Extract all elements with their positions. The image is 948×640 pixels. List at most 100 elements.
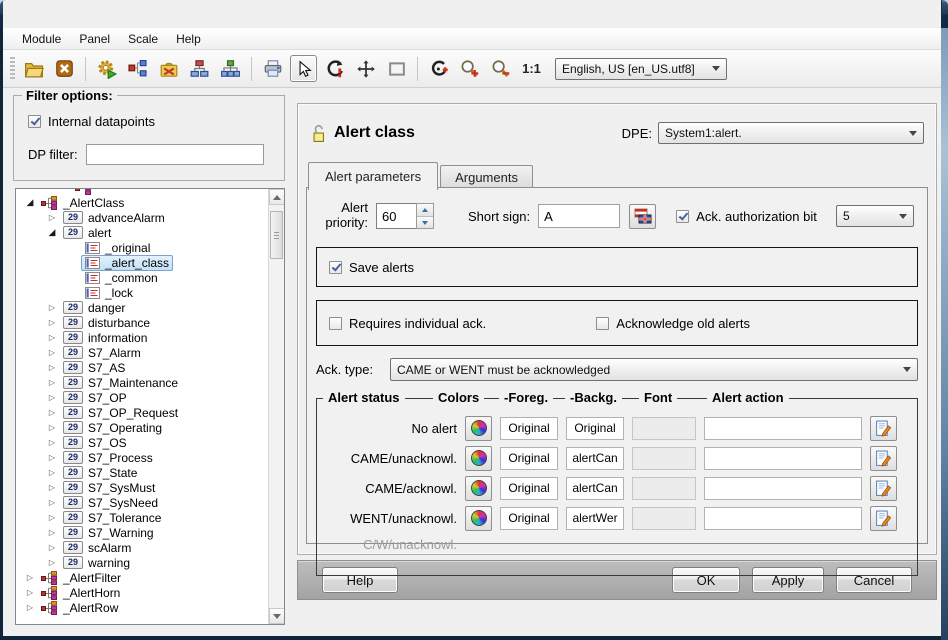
foreground-color-field[interactable]: Original — [500, 507, 558, 530]
expand-arrow-icon[interactable]: ▷ — [45, 408, 59, 417]
open-panel-button[interactable] — [20, 55, 47, 82]
tree-item-S7_Maintenance[interactable]: ▷29S7_Maintenance — [17, 375, 267, 390]
tree-item-content[interactable]: 29advanceAlarm — [59, 210, 169, 226]
zoom-custom-button[interactable] — [425, 55, 452, 82]
dp-filter-input[interactable] — [86, 144, 264, 165]
tree-item-_lock[interactable]: _lock — [17, 285, 267, 300]
expand-arrow-icon[interactable]: ▷ — [23, 603, 37, 612]
run-module-button[interactable] — [93, 55, 120, 82]
alert-priority-input[interactable] — [376, 203, 416, 229]
expand-arrow-icon[interactable]: ▷ — [45, 393, 59, 402]
alert-action-input[interactable] — [704, 417, 862, 440]
tree-item-S7_Operating[interactable]: ▷29S7_Operating — [17, 420, 267, 435]
color-picker-button[interactable] — [465, 476, 492, 501]
close-module-button[interactable] — [51, 55, 78, 82]
tree-item-content[interactable]: 29information — [59, 330, 151, 346]
tree-item-content[interactable]: _AlertClass — [37, 195, 128, 211]
dp-tree[interactable]: ◢_AlertClass▷29advanceAlarm◢29alert_orig… — [15, 188, 285, 625]
alert-action-input[interactable] — [704, 507, 862, 530]
background-color-field[interactable]: alertCan — [566, 477, 624, 500]
expand-arrow-icon[interactable]: ▷ — [45, 528, 59, 537]
tab-arguments[interactable]: Arguments — [440, 165, 533, 189]
toolbar-grip[interactable] — [10, 57, 15, 81]
collapse-arrow-icon[interactable]: ◢ — [23, 197, 37, 208]
scroll-down-button[interactable] — [269, 608, 285, 624]
color-picker-button[interactable] — [465, 416, 492, 441]
expand-arrow-icon[interactable]: ▷ — [45, 423, 59, 432]
tree-item-information[interactable]: ▷29information — [17, 330, 267, 345]
tree-item-content[interactable]: 29S7_Tolerance — [59, 510, 165, 526]
tree-item-S7_SysNeed[interactable]: ▷29S7_SysNeed — [17, 495, 267, 510]
tree-item-content[interactable]: _lock — [81, 285, 137, 301]
dpe-select[interactable]: System1:alert. — [658, 122, 924, 144]
tree-item-content[interactable]: _AlertFilter — [37, 570, 125, 586]
alert-action-input[interactable] — [704, 477, 862, 500]
foreground-color-field[interactable]: Original — [500, 417, 558, 440]
expand-arrow-icon[interactable]: ▷ — [23, 588, 37, 597]
spin-down-button[interactable] — [417, 216, 433, 228]
tree-item-_common[interactable]: _common — [17, 270, 267, 285]
internal-datapoints-checkbox[interactable] — [28, 115, 41, 128]
tree-item-S7_Warning[interactable]: ▷29S7_Warning — [17, 525, 267, 540]
language-select[interactable]: English, US [en_US.utf8] — [555, 58, 727, 80]
tree-item-content[interactable]: 29scAlarm — [59, 540, 135, 556]
ack-authorization-select[interactable]: 5 — [836, 205, 914, 227]
expand-arrow-icon[interactable]: ▷ — [45, 543, 59, 552]
tree-item-content[interactable]: 29S7_Alarm — [59, 345, 145, 361]
edit-action-button[interactable] — [870, 446, 897, 471]
ack-authorization-checkbox[interactable] — [676, 210, 689, 223]
menu-module[interactable]: Module — [13, 30, 70, 48]
zoom-rect-button[interactable] — [383, 55, 410, 82]
menu-help[interactable]: Help — [167, 30, 210, 48]
ack-type-select[interactable]: CAME or WENT must be acknowledged — [390, 358, 918, 381]
scrollbar-thumb[interactable] — [270, 211, 283, 259]
tree-item-content[interactable]: _AlertHorn — [37, 585, 124, 601]
tree-item-_AlertHorn[interactable]: ▷_AlertHorn — [17, 585, 267, 600]
tree-item-_alert_class[interactable]: _alert_class — [17, 255, 267, 270]
expand-arrow-icon[interactable]: ▷ — [45, 558, 59, 567]
refresh-button[interactable] — [321, 55, 348, 82]
expand-arrow-icon[interactable]: ▷ — [45, 483, 59, 492]
zoom-out-button[interactable] — [487, 55, 514, 82]
tree-item-content[interactable]: 29warning — [59, 555, 134, 571]
zoom-reset-button[interactable]: 1:1 — [518, 55, 545, 82]
tree-item-S7_AS[interactable]: ▷29S7_AS — [17, 360, 267, 375]
tree-item-content[interactable]: _AlertRow — [37, 600, 122, 616]
expand-arrow-icon[interactable]: ▷ — [45, 378, 59, 387]
dp-tree-button[interactable] — [217, 55, 244, 82]
tree-item-content[interactable]: 29S7_SysMust — [59, 480, 159, 496]
tree-item-S7_Process[interactable]: ▷29S7_Process — [17, 450, 267, 465]
zoom-in-button[interactable] — [456, 55, 483, 82]
tree-item-content[interactable]: 29S7_Operating — [59, 420, 166, 436]
edit-action-button[interactable] — [870, 476, 897, 501]
tree-item-content[interactable]: 29S7_OP — [59, 390, 131, 406]
tree-item-advanceAlarm[interactable]: ▷29advanceAlarm — [17, 210, 267, 225]
toolbox-button[interactable] — [155, 55, 182, 82]
color-picker-button[interactable] — [465, 446, 492, 471]
collapse-arrow-icon[interactable]: ◢ — [45, 227, 59, 238]
color-picker-button[interactable] — [465, 506, 492, 531]
expand-arrow-icon[interactable]: ▷ — [45, 303, 59, 312]
scroll-up-button[interactable] — [269, 189, 285, 205]
expand-arrow-icon[interactable]: ▷ — [45, 513, 59, 522]
expand-arrow-icon[interactable]: ▷ — [45, 363, 59, 372]
tree-item-content[interactable]: 29S7_AS — [59, 360, 129, 376]
tree-item-content[interactable]: _original — [81, 240, 154, 256]
foreground-color-field[interactable]: Original — [500, 477, 558, 500]
expand-arrow-icon[interactable]: ▷ — [45, 438, 59, 447]
expand-arrow-icon[interactable]: ▷ — [45, 348, 59, 357]
tree-item-content[interactable]: 29S7_OP_Request — [59, 405, 182, 421]
tree-item-alert[interactable]: ◢29alert — [17, 225, 267, 240]
menu-panel[interactable]: Panel — [70, 30, 119, 48]
short-sign-input[interactable] — [538, 204, 620, 228]
tree-item-content[interactable]: 29S7_Process — [59, 450, 157, 466]
tab-alert-parameters[interactable]: Alert parameters — [308, 162, 438, 190]
tree-item-content[interactable]: 29S7_State — [59, 465, 141, 481]
expand-arrow-icon[interactable]: ▷ — [45, 213, 59, 222]
tree-item-S7_Tolerance[interactable]: ▷29S7_Tolerance — [17, 510, 267, 525]
expand-arrow-icon[interactable]: ▷ — [45, 333, 59, 342]
menu-scale[interactable]: Scale — [119, 30, 167, 48]
alert-action-input[interactable] — [704, 447, 862, 470]
tree-item-S7_SysMust[interactable]: ▷29S7_SysMust — [17, 480, 267, 495]
dp-types-button[interactable] — [186, 55, 213, 82]
